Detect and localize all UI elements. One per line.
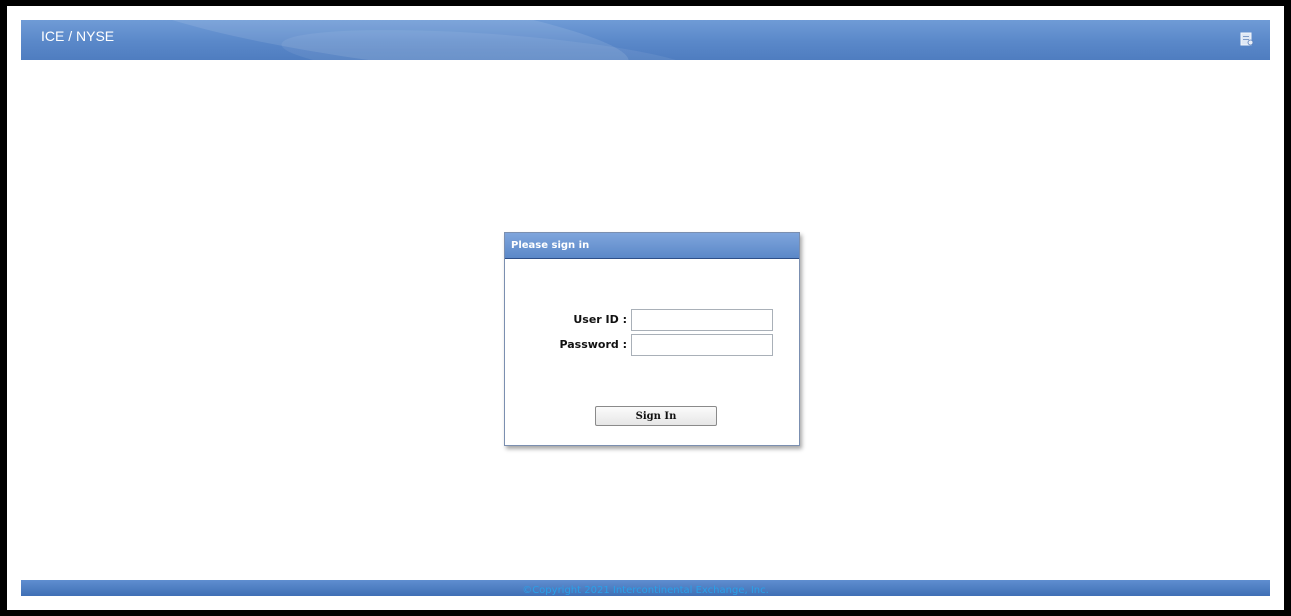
user-id-input[interactable] [631, 309, 773, 331]
page-icon[interactable] [1240, 32, 1254, 46]
copyright-text: ©Copyright 2021 Intercontinental Exchang… [522, 585, 769, 596]
password-input[interactable] [631, 334, 773, 356]
app-title: ICE / NYSE [41, 28, 115, 44]
login-dialog: Please sign in User ID : Password : Sign… [504, 232, 800, 446]
password-label: Password : [559, 338, 627, 351]
dialog-title: Please sign in [505, 233, 799, 259]
footer-bar: ©Copyright 2021 Intercontinental Exchang… [21, 580, 1270, 596]
window-frame: ICE / NYSE Please sign in User ID : Pass… [7, 6, 1284, 610]
user-id-row: User ID : [505, 309, 799, 331]
user-id-label: User ID : [573, 313, 627, 326]
password-row: Password : [505, 334, 799, 356]
app-area: ICE / NYSE Please sign in User ID : Pass… [21, 20, 1270, 596]
header-bar: ICE / NYSE [21, 20, 1270, 60]
sign-in-button[interactable]: Sign In [595, 406, 717, 426]
